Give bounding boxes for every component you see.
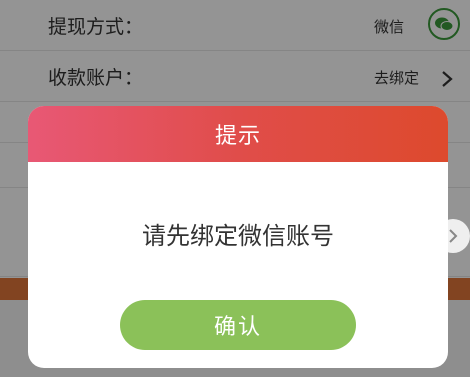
- alert-dialog: 提示 请先绑定微信账号 确认: [28, 106, 448, 368]
- confirm-button[interactable]: 确认: [120, 300, 356, 350]
- dialog-title: 提示: [214, 124, 261, 149]
- dialog-header: 提示: [28, 106, 448, 162]
- confirm-button-label: 确认: [213, 315, 262, 340]
- dialog-message: 请先绑定微信账号: [142, 222, 334, 250]
